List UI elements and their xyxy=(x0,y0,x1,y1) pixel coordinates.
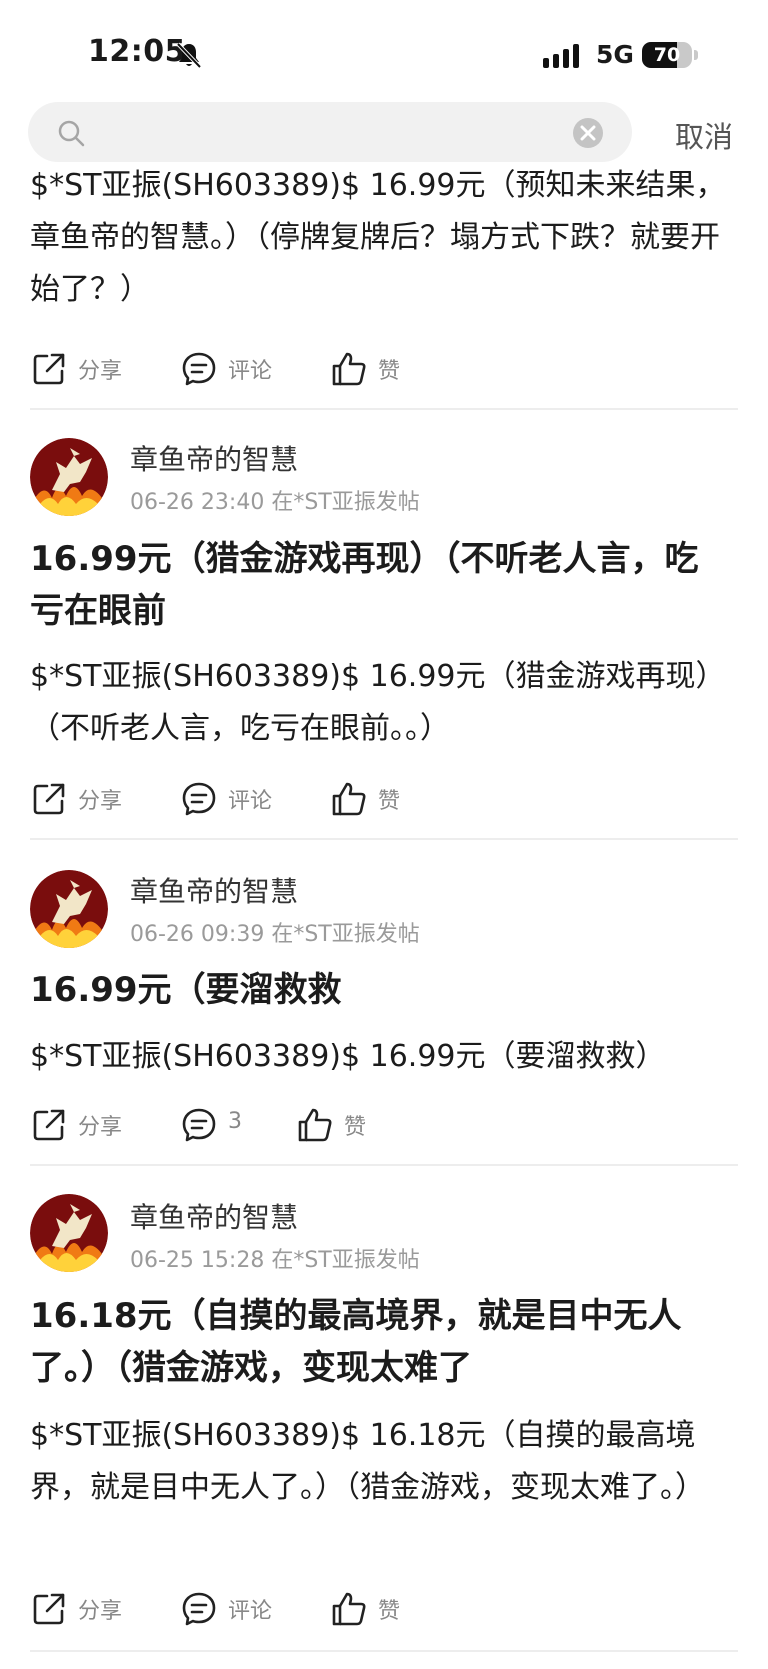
share-icon xyxy=(33,353,65,385)
author-name[interactable]: 章鱼帝的智慧 xyxy=(130,438,298,478)
divider xyxy=(30,838,738,840)
battery-level: 70 xyxy=(653,44,681,66)
post-title[interactable]: 16.99元（要溜救救 xyxy=(30,964,730,1016)
network-label: 5G xyxy=(596,40,634,69)
post-actions: 分享 评论 赞 xyxy=(0,344,768,394)
battery-icon: 70 xyxy=(642,40,698,70)
bell-off-icon xyxy=(176,42,202,69)
post-title[interactable]: 16.99元（猎金游戏再现）（不听老人言，吃亏在眼前 xyxy=(30,533,730,637)
clear-icon[interactable] xyxy=(572,117,604,149)
post-actions: 分享 3 赞 xyxy=(0,1100,768,1150)
share-icon xyxy=(33,1593,65,1625)
comment-label: 评论 xyxy=(228,789,273,814)
author-name[interactable]: 章鱼帝的智慧 xyxy=(130,1196,298,1236)
cancel-button[interactable]: 取消 xyxy=(675,114,733,156)
post-meta: 06-25 15:28 在*ST亚振发帖 xyxy=(130,1248,420,1273)
search-input[interactable] xyxy=(100,112,564,154)
share-icon xyxy=(33,1109,65,1141)
search-icon xyxy=(58,120,85,147)
post-meta: 06-26 09:39 在*ST亚振发帖 xyxy=(130,922,420,947)
thumbs-up-icon xyxy=(298,1108,332,1142)
comment-icon xyxy=(182,1592,216,1626)
like-label: 赞 xyxy=(378,789,401,814)
post-body: $*ST亚振(SH603389)$ 16.99元（预知未来结果，章鱼帝的智慧。）… xyxy=(30,168,726,307)
signal-icon xyxy=(543,44,579,68)
avatar[interactable] xyxy=(30,438,108,516)
post-meta: 06-26 23:40 在*ST亚振发帖 xyxy=(130,490,420,515)
comment-icon xyxy=(182,1108,216,1142)
pegasus-flame-avatar-icon xyxy=(30,870,108,948)
post-actions: 分享 评论 赞 xyxy=(0,1584,768,1634)
author-name[interactable]: 章鱼帝的智慧 xyxy=(130,870,298,910)
comment-count: 3 xyxy=(228,1109,242,1134)
comment-icon xyxy=(182,352,216,386)
pegasus-flame-avatar-icon xyxy=(30,1194,108,1272)
divider xyxy=(30,1164,738,1166)
avatar[interactable] xyxy=(30,870,108,948)
like-label: 赞 xyxy=(378,359,401,384)
post-actions: 分享 评论 赞 xyxy=(0,774,768,824)
share-label: 分享 xyxy=(78,789,123,814)
thumbs-up-icon xyxy=(332,1592,366,1626)
share-label: 分享 xyxy=(78,1599,123,1624)
status-bar: 12:05 5G 70 xyxy=(0,0,768,100)
thumbs-up-icon xyxy=(332,782,366,816)
like-label: 赞 xyxy=(378,1599,401,1624)
search-bar: 取消 xyxy=(0,102,768,164)
thumbs-up-icon xyxy=(332,352,366,386)
avatar[interactable] xyxy=(30,1194,108,1272)
comment-label: 评论 xyxy=(228,359,273,384)
like-label: 赞 xyxy=(344,1115,367,1140)
post-body[interactable]: $*ST亚振(SH603389)$ 16.99元（猎金游戏再现）（不听老人言，吃… xyxy=(30,651,730,755)
share-icon xyxy=(33,783,65,815)
post-body[interactable]: $*ST亚振(SH603389)$ 16.99元（要溜救救） xyxy=(30,1031,730,1083)
divider xyxy=(30,408,738,410)
share-label: 分享 xyxy=(78,359,123,384)
comment-label: 评论 xyxy=(228,1599,273,1624)
comment-icon xyxy=(182,782,216,816)
post-title[interactable]: 16.18元（自摸的最高境界，就是目中无人了。）（猎金游戏，变现太难了 xyxy=(30,1290,730,1394)
post-body[interactable]: $*ST亚振(SH603389)$ 16.18元（自摸的最高境界，就是目中无人了… xyxy=(30,1410,730,1514)
share-label: 分享 xyxy=(78,1115,123,1140)
pegasus-flame-avatar-icon xyxy=(30,438,108,516)
status-time: 12:05 xyxy=(88,34,186,69)
divider xyxy=(30,1650,738,1652)
